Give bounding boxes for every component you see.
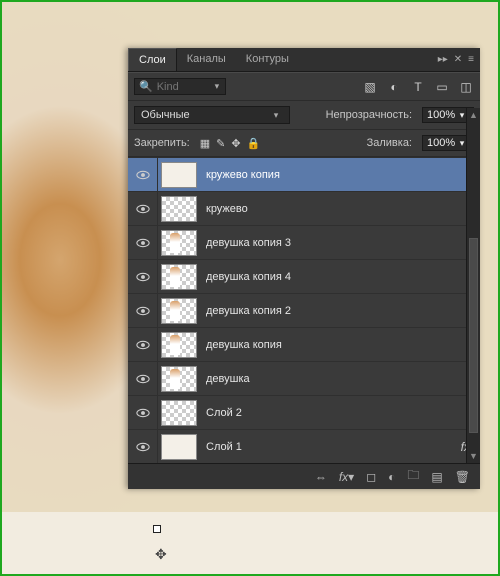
panel-tabbar: Слои Каналы Контуры ▸▸ ✕ ≡ [128,48,480,72]
layer-row[interactable]: кружево [128,191,480,225]
layer-thumbnail[interactable] [161,400,197,426]
layer-thumbnail[interactable] [161,332,197,358]
filter-pixel-icon[interactable]: ▧ [362,80,378,94]
fill-label: Заливка: [367,137,412,149]
panel-scrollbar[interactable]: ▲ ▼ [466,108,480,463]
visibility-eye-icon[interactable] [128,362,158,395]
close-icon[interactable]: ✕ [454,54,462,65]
layer-filter-kind[interactable]: 🔍 ▾ [134,78,226,95]
layer-list: кружево копия кружево девушка копия 3 девуш… [128,157,480,463]
layer-name[interactable]: девушка копия 3 [200,237,480,249]
visibility-eye-icon[interactable] [128,158,158,191]
layer-row[interactable]: Слой 1fx [128,429,480,463]
layer-name[interactable]: девушка копия 4 [200,271,480,283]
layer-thumbnail[interactable] [161,196,197,222]
fill-value: 100% [427,137,455,149]
link-layers-icon[interactable]: ⇔ [315,470,327,484]
visibility-eye-icon[interactable] [128,430,158,463]
layer-name[interactable]: девушка копия 2 [200,305,480,317]
search-icon: 🔍 [139,80,153,93]
lock-row: Закрепить: ▦ ✎ ✥ 🔒 Заливка: 100% ▾ [128,130,480,157]
filter-type-icon[interactable]: T [410,80,426,94]
layer-row[interactable]: Слой 2 [128,395,480,429]
filter-smart-icon[interactable]: ◫ [458,80,474,94]
visibility-eye-icon[interactable] [128,294,158,327]
layer-thumbnail[interactable] [161,162,197,188]
adjustment-layer-icon[interactable]: ◐ [388,470,395,484]
opacity-value: 100% [427,109,455,121]
layer-thumbnail[interactable] [161,230,197,256]
panel-menu-icon[interactable]: ≡ [468,54,474,65]
layer-thumbnail[interactable] [161,298,197,324]
layer-group-icon[interactable]: 🗀 [407,466,419,487]
filter-row: 🔍 ▾ ▧ ◐ T ▭ ◫ [128,72,480,101]
filter-icons: ▧ ◐ T ▭ ◫ [362,80,474,94]
visibility-eye-icon[interactable] [128,260,158,293]
delete-layer-icon[interactable]: 🗑 [455,470,470,484]
layers-panel: Слои Каналы Контуры ▸▸ ✕ ≡ 🔍 ▾ ▧ ◐ T ▭ ◫… [128,48,480,489]
layer-row[interactable]: девушка копия [128,327,480,361]
layer-fx-icon[interactable]: fx▾ [339,470,354,484]
visibility-eye-icon[interactable] [128,328,158,361]
visibility-eye-icon[interactable] [128,226,158,259]
scroll-up-icon[interactable]: ▲ [467,108,480,122]
lock-paint-icon[interactable]: ✎ [216,137,225,150]
panel-footer: ⇔ fx▾ ◻ ◐ 🗀 ▤ 🗑 [128,463,480,489]
layer-name[interactable]: кружево [200,203,480,215]
lock-label: Закрепить: [134,137,190,149]
filter-shape-icon[interactable]: ▭ [434,80,450,94]
layer-row[interactable]: девушка копия 2 [128,293,480,327]
lock-all-icon[interactable]: 🔒 [247,137,261,150]
new-layer-icon[interactable]: ▤ [431,470,442,484]
layer-row[interactable]: девушка копия 3 [128,225,480,259]
layer-name[interactable]: Слой 1 [200,441,451,453]
collapse-icon[interactable]: ▸▸ [438,54,448,65]
chevron-down-icon[interactable]: ▾ [213,81,221,92]
scrollbar-thumb[interactable] [469,238,478,433]
layer-row[interactable]: девушка [128,361,480,395]
filter-adjust-icon[interactable]: ◐ [386,80,402,94]
layer-thumbnail[interactable] [161,264,197,290]
transform-handle[interactable] [153,525,161,533]
layer-row[interactable]: девушка копия 4 [128,259,480,293]
visibility-eye-icon[interactable] [128,396,158,429]
lock-position-icon[interactable]: ✥ [231,137,240,150]
tab-paths[interactable]: Контуры [236,48,299,71]
kind-input[interactable] [157,81,209,93]
tab-channels[interactable]: Каналы [177,48,236,71]
blend-mode-value: Обычные [141,109,265,121]
blend-row: Обычные ▾ Непрозрачность: 100% ▾ [128,101,480,130]
tab-layers[interactable]: Слои [128,48,177,71]
layer-row[interactable]: кружево копия [128,157,480,191]
layer-thumbnail[interactable] [161,434,197,460]
transform-cursor-icon: ✥ [155,546,167,563]
layer-mask-icon[interactable]: ◻ [366,470,376,484]
layer-name[interactable]: Слой 2 [200,407,480,419]
visibility-eye-icon[interactable] [128,192,158,225]
scroll-down-icon[interactable]: ▼ [467,449,480,463]
layer-name[interactable]: девушка [200,373,480,385]
layer-thumbnail[interactable] [161,366,197,392]
blend-mode-select[interactable]: Обычные ▾ [134,106,290,124]
lock-transparency-icon[interactable]: ▦ [200,137,210,150]
opacity-label: Непрозрачность: [326,109,412,121]
layer-name[interactable]: кружево копия [200,169,480,181]
layer-name[interactable]: девушка копия [200,339,480,351]
chevron-down-icon: ▾ [269,110,283,121]
